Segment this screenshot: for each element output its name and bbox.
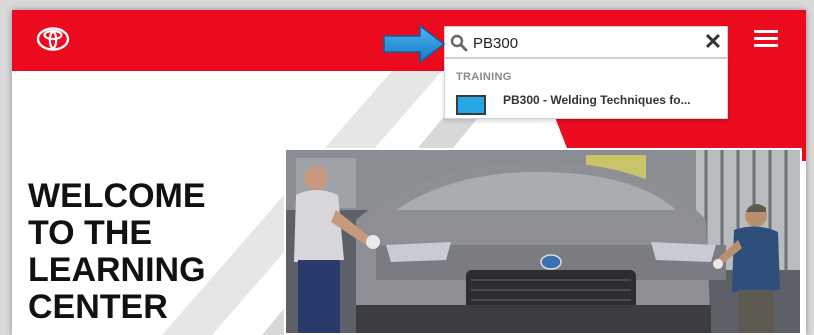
search-box[interactable]: ✕ [444,26,728,58]
pointer-arrow-icon [383,24,446,64]
headline-line: TO THE [28,214,153,252]
suggestion-item[interactable]: PB300 - Welding Techniques fo... [445,85,727,117]
course-thumbnail [456,95,486,115]
headline-line: CENTER [28,288,168,326]
search-input[interactable] [473,31,693,55]
hamburger-menu-icon[interactable] [754,30,778,52]
hero-headline: WELCOME TO THE LEARNING CENTER [28,178,268,326]
search-icon [450,34,468,52]
close-icon[interactable]: ✕ [703,30,723,54]
toyota-logo-icon[interactable] [36,26,70,52]
headline-line: LEARNING [28,251,206,289]
app-frame: ✕ TRAINING PB300 - Welding Techniques fo… [12,10,806,335]
hero-photo [284,148,802,335]
suggestion-item-label: PB300 - Welding Techniques fo... [503,93,691,107]
factory-car-illustration [286,150,800,333]
suggestion-group-label: TRAINING [456,71,512,83]
headline-line: WELCOME [28,177,206,215]
search-suggestions-dropdown: TRAINING PB300 - Welding Techniques fo..… [444,58,728,119]
